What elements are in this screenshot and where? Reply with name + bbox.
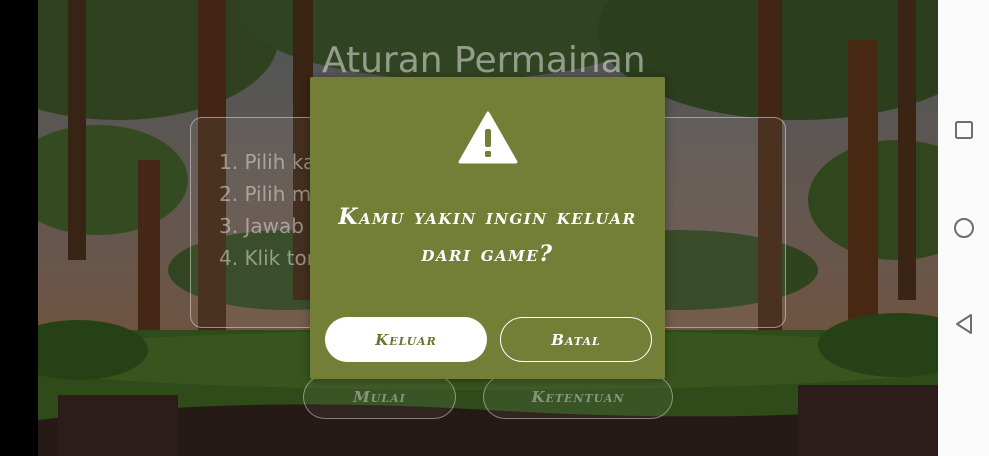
cancel-button[interactable]: Batal (500, 317, 652, 362)
screen-left-edge (0, 0, 38, 456)
terms-button[interactable]: Ketentuan (483, 375, 673, 419)
recent-apps-button[interactable] (938, 110, 989, 150)
home-button[interactable] (938, 208, 989, 248)
back-icon (955, 314, 972, 334)
dialog-message: Kamu yakin ingin keluar dari game? (338, 204, 637, 267)
rules-title: Aturan Permainan (322, 40, 646, 81)
recent-apps-icon (954, 121, 973, 139)
system-navigation-bar (938, 0, 989, 456)
exit-button[interactable]: Keluar (325, 317, 487, 362)
home-icon (953, 218, 974, 238)
warning-icon (458, 111, 518, 164)
exit-confirm-dialog: Kamu yakin ingin keluar dari game? Kelua… (310, 77, 665, 379)
back-button[interactable] (938, 304, 989, 344)
start-button[interactable]: Mulai (303, 375, 456, 419)
